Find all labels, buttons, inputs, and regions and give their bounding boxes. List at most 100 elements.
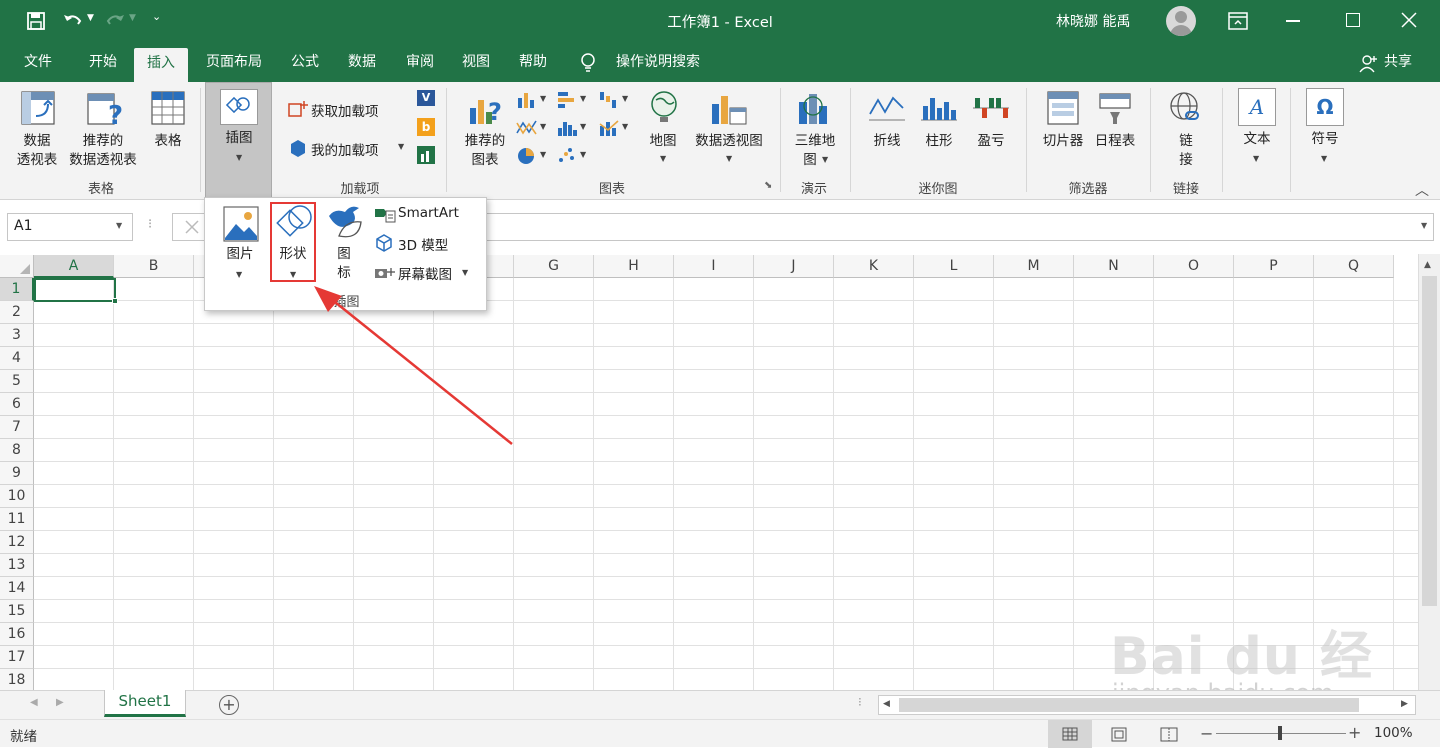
add-sheet-icon[interactable]: + xyxy=(219,695,239,715)
people-graph-icon[interactable] xyxy=(417,146,435,164)
pie-chart-dropdown-icon[interactable]: ▼ xyxy=(540,150,546,159)
recommended-charts-label-1[interactable]: 推荐的 xyxy=(456,132,514,151)
column-chart-dropdown-icon[interactable]: ▼ xyxy=(540,94,546,103)
map-dropdown-icon[interactable]: ▼ xyxy=(660,154,666,163)
save-icon[interactable] xyxy=(26,11,46,31)
bing-maps-icon[interactable]: b xyxy=(417,118,435,136)
row-header-2[interactable]: 2 xyxy=(0,301,34,324)
name-box[interactable]: A1 ▼ xyxy=(7,213,133,241)
link-label-2[interactable]: 接 xyxy=(1162,151,1210,170)
row-header-14[interactable]: 14 xyxy=(0,577,34,600)
tab-data[interactable]: 数据 xyxy=(338,42,386,82)
zoom-in-icon[interactable]: + xyxy=(1348,723,1361,742)
scroll-right-icon[interactable]: ▶ xyxy=(1401,699,1408,709)
pictures-dropdown-icon[interactable]: ▼ xyxy=(236,270,242,279)
pivot-chart-button[interactable]: 数据透视图 xyxy=(688,132,770,151)
text-dropdown-icon[interactable]: ▼ xyxy=(1253,154,1259,163)
my-addins-dropdown-icon[interactable]: ▼ xyxy=(398,142,404,151)
undo-icon[interactable] xyxy=(62,11,84,31)
share-button[interactable]: 共享 xyxy=(1378,42,1418,82)
column-header-M[interactable]: M xyxy=(994,255,1074,278)
close-icon[interactable] xyxy=(1401,12,1417,28)
tab-help[interactable]: 帮助 xyxy=(508,42,558,82)
row-header-7[interactable]: 7 xyxy=(0,416,34,439)
row-header-16[interactable]: 16 xyxy=(0,623,34,646)
sparkline-line-button[interactable]: 折线 xyxy=(862,132,912,151)
pivot-chart-dropdown-icon[interactable]: ▼ xyxy=(726,154,732,163)
3d-map-label-1[interactable]: 三维地 xyxy=(788,132,842,151)
maximize-icon[interactable] xyxy=(1346,13,1360,27)
column-chart-icon[interactable] xyxy=(516,90,538,110)
symbols-dropdown-icon[interactable]: ▼ xyxy=(1321,154,1327,163)
row-header-9[interactable]: 9 xyxy=(0,462,34,485)
zoom-slider-thumb[interactable] xyxy=(1278,726,1282,740)
tab-formulas[interactable]: 公式 xyxy=(280,42,330,82)
customize-qat-icon[interactable]: ⌄ xyxy=(152,10,161,23)
sheet-prev-icon[interactable]: ◀ xyxy=(30,697,38,708)
line-chart-icon[interactable] xyxy=(516,118,538,138)
tab-page-layout[interactable]: 页面布局 xyxy=(198,42,270,82)
column-header-H[interactable]: H xyxy=(594,255,674,278)
undo-dropdown-icon[interactable]: ▼ xyxy=(87,13,94,23)
recommended-pivot-label-2[interactable]: 数据透视表 xyxy=(62,151,144,170)
recommended-charts-label-2[interactable]: 图表 xyxy=(456,151,514,170)
page-break-preview-icon[interactable] xyxy=(1160,727,1178,742)
horizontal-scrollbar[interactable]: ◀ ▶ xyxy=(878,695,1416,715)
map-chart-button[interactable]: 地图 xyxy=(640,132,686,151)
tab-insert[interactable]: 插入 xyxy=(134,48,188,82)
sheet-tab-sheet1[interactable]: Sheet1 xyxy=(104,690,186,717)
row-header-4[interactable]: 4 xyxy=(0,347,34,370)
tab-home[interactable]: 开始 xyxy=(78,42,128,82)
statistic-chart-dropdown-icon[interactable]: ▼ xyxy=(580,122,586,131)
normal-view-button[interactable] xyxy=(1048,720,1092,748)
column-header-N[interactable]: N xyxy=(1074,255,1154,278)
name-box-dropdown-icon[interactable]: ▼ xyxy=(116,221,122,230)
column-header-K[interactable]: K xyxy=(834,255,914,278)
sparkline-winloss-button[interactable]: 盈亏 xyxy=(966,132,1016,151)
table-button[interactable]: 表格 xyxy=(144,132,192,151)
zoom-level[interactable]: 100% xyxy=(1374,725,1413,741)
column-header-J[interactable]: J xyxy=(754,255,834,278)
icons-label-2[interactable]: 标 xyxy=(323,264,365,283)
pivot-table-label-1[interactable]: 数据 xyxy=(8,132,66,151)
row-header-1[interactable]: 1 xyxy=(0,278,34,301)
tab-view[interactable]: 视图 xyxy=(452,42,500,82)
tell-me-search[interactable]: 操作说明搜索 xyxy=(606,42,710,82)
vertical-scrollbar[interactable]: ▲ xyxy=(1418,254,1440,690)
row-header-8[interactable]: 8 xyxy=(0,439,34,462)
scroll-up-icon[interactable]: ▲ xyxy=(1424,260,1431,270)
column-header-O[interactable]: O xyxy=(1154,255,1234,278)
tab-review[interactable]: 审阅 xyxy=(396,42,444,82)
pictures-button[interactable]: 图片 xyxy=(215,245,265,264)
column-header-L[interactable]: L xyxy=(914,255,994,278)
column-header-B[interactable]: B xyxy=(114,255,194,278)
row-header-3[interactable]: 3 xyxy=(0,324,34,347)
bar-chart-icon[interactable] xyxy=(556,90,578,110)
visio-icon[interactable]: V xyxy=(417,90,435,106)
get-addins-button[interactable]: 获取加载项 xyxy=(311,100,379,120)
pivot-table-label-2[interactable]: 透视表 xyxy=(8,151,66,170)
statistic-chart-icon[interactable] xyxy=(556,118,578,138)
text-button[interactable]: 文本 xyxy=(1230,130,1284,149)
sparkline-column-button[interactable]: 柱形 xyxy=(914,132,964,151)
slicer-button[interactable]: 切片器 xyxy=(1036,132,1090,151)
column-header-G[interactable]: G xyxy=(514,255,594,278)
h-scroll-thumb[interactable] xyxy=(899,698,1359,712)
worksheet-grid[interactable]: ABCDEFGHIJKLMNOPQ 1234567891011121314151… xyxy=(0,254,1418,690)
row-header-18[interactable]: 18 xyxy=(0,669,34,690)
waterfall-chart-icon[interactable] xyxy=(598,90,620,110)
scatter-chart-dropdown-icon[interactable]: ▼ xyxy=(580,150,586,159)
combo-chart-icon[interactable] xyxy=(598,118,620,138)
row-header-6[interactable]: 6 xyxy=(0,393,34,416)
3d-models-button[interactable]: 3D 模型 xyxy=(398,234,448,254)
screenshot-dropdown-icon[interactable]: ▼ xyxy=(462,268,468,277)
column-header-Q[interactable]: Q xyxy=(1314,255,1394,278)
scroll-left-icon[interactable]: ◀ xyxy=(883,699,890,709)
row-header-12[interactable]: 12 xyxy=(0,531,34,554)
avatar[interactable] xyxy=(1166,6,1196,36)
recommended-pivot-label-1[interactable]: 推荐的 xyxy=(62,132,144,151)
pie-chart-icon[interactable] xyxy=(516,146,536,166)
active-cell-a1[interactable] xyxy=(34,278,118,304)
combo-chart-dropdown-icon[interactable]: ▼ xyxy=(622,122,628,131)
line-chart-dropdown-icon[interactable]: ▼ xyxy=(540,122,546,131)
